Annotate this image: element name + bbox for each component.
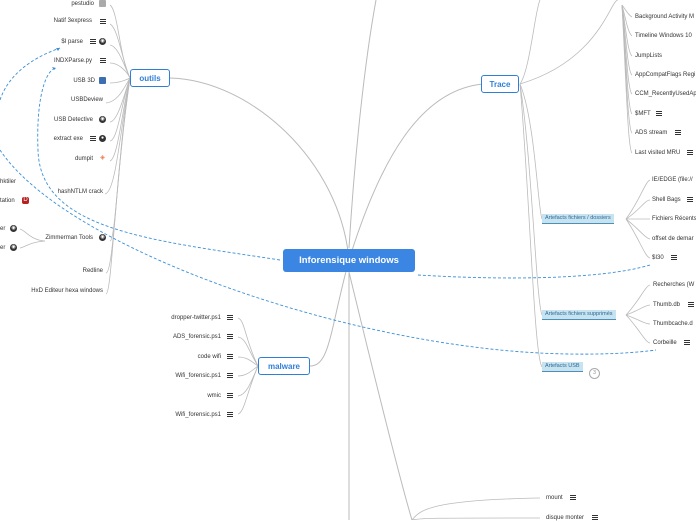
central-node[interactable]: Inforensique windows [283,249,415,272]
outils-item[interactable]: dumpit [75,155,93,163]
note-icon [570,495,576,501]
fichiers-item[interactable]: IE/EDGE (file:// [652,176,693,184]
trace-item[interactable]: JumpLists [635,52,662,60]
globe-icon: ◉ [99,116,106,123]
fichiers-item[interactable]: Shell Bags [652,196,681,204]
outils-item[interactable]: USB 3D [73,77,95,85]
malware-item[interactable]: dropper-twitter.ps1 [171,314,221,322]
supprimes-item[interactable]: Recherches (W [653,281,694,289]
note-icon [227,373,233,379]
sub-node-fichiers-supprimes[interactable]: Artefacts fichiers supprimés [542,310,616,320]
image-icon [99,77,106,84]
trace-item[interactable]: $MFT [635,110,651,118]
partial-item[interactable]: er [0,244,5,252]
malware-item[interactable]: ADS_forensic.ps1 [173,333,221,341]
outils-item[interactable]: INDXParse.py [54,57,92,65]
outils-item[interactable]: Redline [83,267,103,275]
note-icon [227,315,233,321]
note-icon [656,111,662,117]
trace-item[interactable]: Last visited MRU [635,149,680,157]
malware-item[interactable]: Wifi_forensic.ps1 [175,372,221,380]
link-icon: ◈ [100,155,105,161]
note-icon [90,39,96,45]
note-icon [227,393,233,399]
bottom-item[interactable]: mount [546,494,563,502]
note-icon [687,197,693,203]
outils-item[interactable]: hashNTLM crack [58,188,103,196]
outils-item[interactable]: USB Detective [54,116,93,124]
outils-item[interactable]: HxD Editeur hexa windows [31,287,103,295]
trace-item[interactable]: CCM_RecentlyUsedAp [635,90,696,98]
image-icon [99,0,106,7]
note-icon [100,58,106,64]
outils-item[interactable]: Natif 3express [54,17,92,25]
trace-item[interactable]: Background Activity M [635,13,694,21]
outils-item[interactable]: extract exe [54,135,83,143]
globe-icon: ◉ [10,225,17,232]
outils-node[interactable]: outils [130,69,170,87]
outils-item[interactable]: pestudio [71,0,94,8]
note-icon [227,354,233,360]
globe-icon: ◉ [99,38,106,45]
outils-item[interactable]: $I parse [61,38,83,46]
note-icon [675,130,681,136]
sub-node-usb[interactable]: Artefacts USB [542,362,583,372]
note-icon [100,19,106,25]
supprimes-item[interactable]: Thumb.db [653,301,680,309]
bottom-item[interactable]: disque monter [546,514,584,522]
note-icon [227,334,233,340]
globe-icon: ◉ [10,244,17,251]
note-icon [688,302,694,308]
malware-node[interactable]: malware [258,357,310,375]
trace-node[interactable]: Trace [481,75,519,93]
collapsed-count-badge[interactable]: 3 [589,368,600,379]
partial-item[interactable]: er [0,225,5,233]
note-icon [671,255,677,261]
partial-item[interactable]: tation [0,197,15,205]
outils-item[interactable]: USBDeview [71,96,103,104]
malware-item[interactable]: wmic [207,392,221,400]
pdf-icon: D [22,197,29,204]
supprimes-item[interactable]: Corbeille [653,339,677,347]
malware-item[interactable]: Wifi_forensic.ps1 [175,411,221,419]
note-icon [592,515,598,521]
note-icon [687,150,693,156]
sub-node-fichiers-dossiers[interactable]: Artefacts fichiers / dossiers [542,214,614,224]
trace-item[interactable]: AppCompatFlags Regi [635,71,695,79]
fichiers-item[interactable]: $I30 [652,254,664,262]
malware-item[interactable]: code wifi [198,353,221,361]
fichiers-item[interactable]: Fichiers Récents [652,215,696,223]
github-icon: ● [99,135,106,142]
fichiers-item[interactable]: offset de demar [652,235,694,243]
outils-item[interactable]: Zimmerman Tools [45,234,93,242]
globe-icon: ◉ [99,234,106,241]
supprimes-item[interactable]: Thumbcache.d [653,320,693,328]
note-icon [684,340,690,346]
trace-item[interactable]: ADS stream [635,129,667,137]
trace-item[interactable]: Timeline Windows 10 [635,32,692,40]
note-icon [90,136,96,142]
note-icon [227,412,233,418]
partial-item[interactable]: hktiler [0,178,16,186]
